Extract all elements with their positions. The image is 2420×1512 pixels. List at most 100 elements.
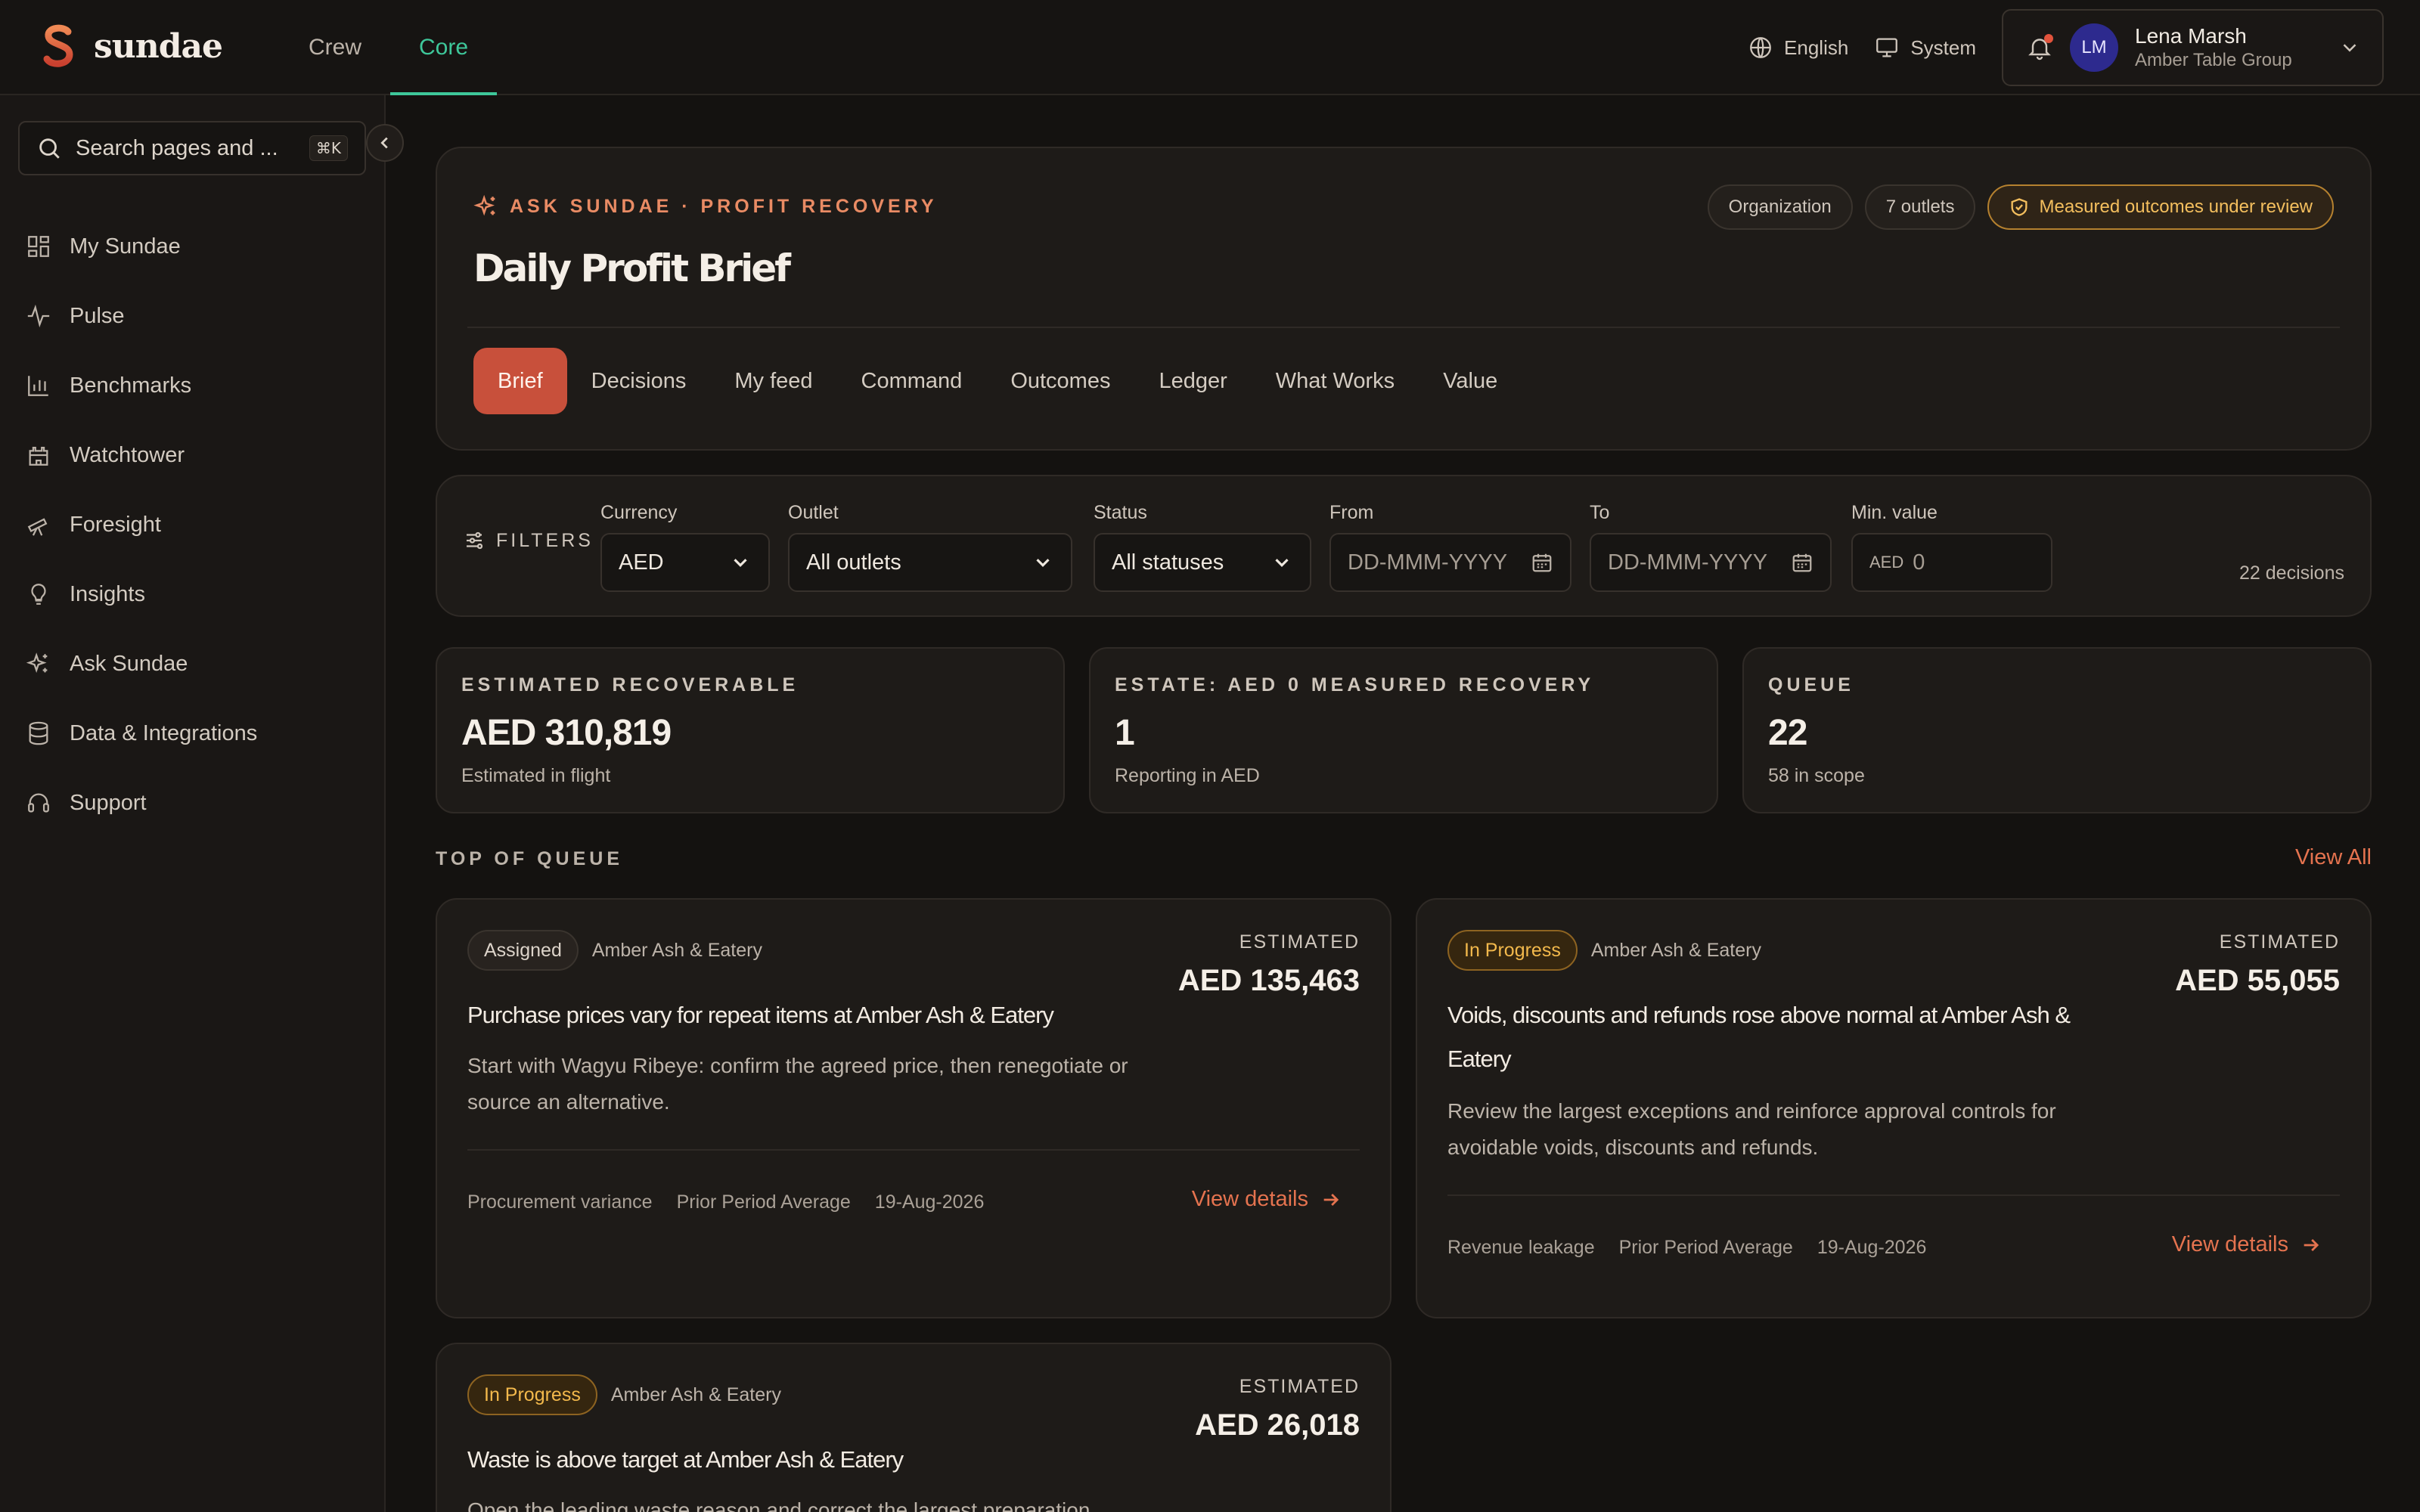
database-icon [29,721,48,745]
to-placeholder: DD-MMM-YYYY [1608,550,1768,575]
decision-meta: Revenue leakage Prior Period Average 19-… [1447,1237,1926,1259]
decision-description: Review the largest exceptions and reinfo… [1447,1099,2056,1159]
tab-ledger[interactable]: Ledger [1134,348,1251,414]
top-right: English System LM Lena Marsh Amber Table… [1748,9,2384,86]
theme-switcher[interactable]: System [1874,35,1976,60]
scope-pills: Organization 7 outlets Measured outcomes… [1707,184,2334,230]
notifications-button[interactable] [2026,34,2053,61]
castle-icon [29,446,48,466]
chevron-left-icon [380,137,388,149]
min-value-placeholder: 0 [1913,550,1925,575]
user-menu[interactable]: LM Lena Marsh Amber Table Group [2002,9,2384,86]
organization-pill[interactable]: Organization [1707,184,1853,230]
search-shortcut: ⌘K [309,135,348,161]
stat-sub: Reporting in AED [1115,765,1260,786]
sidebar-item-ask-sundae[interactable]: Ask Sundae [0,629,386,699]
sidebar-item-data-integrations[interactable]: Data & Integrations [0,699,386,768]
outlets-pill[interactable]: 7 outlets [1864,184,1976,230]
decision-card[interactable]: In Progress Amber Ash & Eatery ESTIMATED… [436,1343,1392,1512]
sidebar-item-my-sundae[interactable]: My Sundae [0,212,386,281]
sidebar-item-label: Foresight [70,512,161,537]
status-value: All statuses [1112,550,1224,575]
pulse-icon [27,304,50,328]
brand[interactable]: sundae [41,23,223,70]
topnav-core[interactable]: Core [390,0,498,95]
language-switcher[interactable]: English [1748,35,1848,60]
user-org: Amber Table Group [2135,50,2292,70]
stat-label: ESTIMATED RECOVERABLE [461,674,799,696]
min-value-input[interactable]: AED 0 [1851,533,2052,592]
to-date-filter: To DD-MMM-YYYY [1590,502,1832,592]
sidebar-item-label: Insights [70,581,145,606]
sidebar-item-benchmarks[interactable]: Benchmarks [0,351,386,420]
outlet-name: Amber Ash & Eatery [1590,939,1761,961]
status-filter: Status All statuses [1094,502,1311,592]
estimated-label: ESTIMATED [2219,931,2340,953]
eyebrow-label: ASK SUNDAE · PROFIT RECOVERY [510,195,938,217]
to-date-input[interactable]: DD-MMM-YYYY [1590,533,1832,592]
to-label: To [1590,502,1610,523]
stat-card-measured-recovery: ESTATE: AED 0 MEASURED RECOVERY 1 Report… [1089,647,1718,813]
arrow-right-icon [1323,1193,1339,1206]
status-select[interactable]: All statuses [1094,533,1311,592]
view-details-link[interactable]: View details [1192,1187,1342,1212]
telescope-icon [27,518,48,536]
lightbulb-icon [31,584,46,605]
tab-brief[interactable]: Brief [473,348,567,414]
outlet-name: Amber Ash & Eatery [610,1383,781,1405]
divider [467,327,2340,328]
decision-card[interactable]: In Progress Amber Ash & Eatery ESTIMATED… [1416,898,2372,1318]
view-all-link[interactable]: View All [2295,845,2372,870]
tab-command[interactable]: Command [837,348,987,414]
review-status-label: Measured outcomes under review [2039,197,2313,217]
top-bar: sundae Crew Core English System LM Lena … [0,0,2420,95]
currency-select[interactable]: AED [600,533,770,592]
topnav-crew[interactable]: Crew [280,0,390,95]
status-badge: In Progress [467,1374,597,1415]
outlet-value: All outlets [806,550,901,575]
from-placeholder: DD-MMM-YYYY [1348,550,1508,575]
stat-card-recoverable: ESTIMATED RECOVERABLE AED 310,819 Estima… [436,647,1065,813]
estimated-value: AED 55,055 [2175,964,2340,997]
review-status-pill: Measured outcomes under review [1987,184,2334,230]
min-value-filter: Min. value AED 0 [1851,502,2052,592]
currency-filter: Currency AED [600,502,770,592]
language-label: English [1784,36,1849,59]
tab-my-feed[interactable]: My feed [710,348,836,414]
estimated-value: AED 135,463 [1177,964,1360,997]
view-details-link[interactable]: View details [2172,1232,2322,1257]
min-value-prefix: AED [1869,553,1904,572]
tab-what-works[interactable]: What Works [1252,348,1419,414]
collapse-sidebar-button[interactable] [366,124,404,162]
outlet-select[interactable]: All outlets [788,533,1072,592]
user-name: Lena Marsh [2135,24,2247,48]
bar-chart-icon [28,376,48,396]
tab-outcomes[interactable]: Outcomes [986,348,1134,414]
sidebar-item-label: My Sundae [70,234,181,259]
from-date-filter: From DD-MMM-YYYY [1329,502,1571,592]
sidebar-item-foresight[interactable]: Foresight [0,490,386,559]
decision-description: Open the leading waste reason and correc… [467,1498,1091,1512]
calendar-icon [1792,553,1812,572]
sidebar-item-pulse[interactable]: Pulse [0,281,386,351]
sidebar-item-insights[interactable]: Insights [0,559,386,629]
outlet-label: Outlet [788,502,839,523]
stat-value: AED 310,819 [461,713,672,753]
calendar-icon [1532,553,1552,572]
stat-value: 1 [1115,713,1135,753]
decision-title: Purchase prices vary for repeat items at… [467,1002,1054,1028]
from-date-input[interactable]: DD-MMM-YYYY [1329,533,1571,592]
status-badge: Assigned [467,930,579,971]
arrow-right-icon [2304,1238,2319,1251]
decision-card[interactable]: Assigned Amber Ash & Eatery ESTIMATED AE… [436,898,1392,1318]
chevron-down-icon [1036,559,1050,567]
sidebar-item-label: Pulse [70,303,125,328]
tab-decisions[interactable]: Decisions [567,348,711,414]
tab-value[interactable]: Value [1419,348,1522,414]
date-label: 19-Aug-2026 [1817,1237,1927,1258]
sidebar-item-watchtower[interactable]: Watchtower [0,420,386,490]
sidebar-item-support[interactable]: Support [0,768,386,838]
notification-dot [2044,34,2053,43]
decisions-count: 22 decisions [2239,562,2344,584]
search-input[interactable]: Search pages and ... ⌘K [18,121,366,175]
